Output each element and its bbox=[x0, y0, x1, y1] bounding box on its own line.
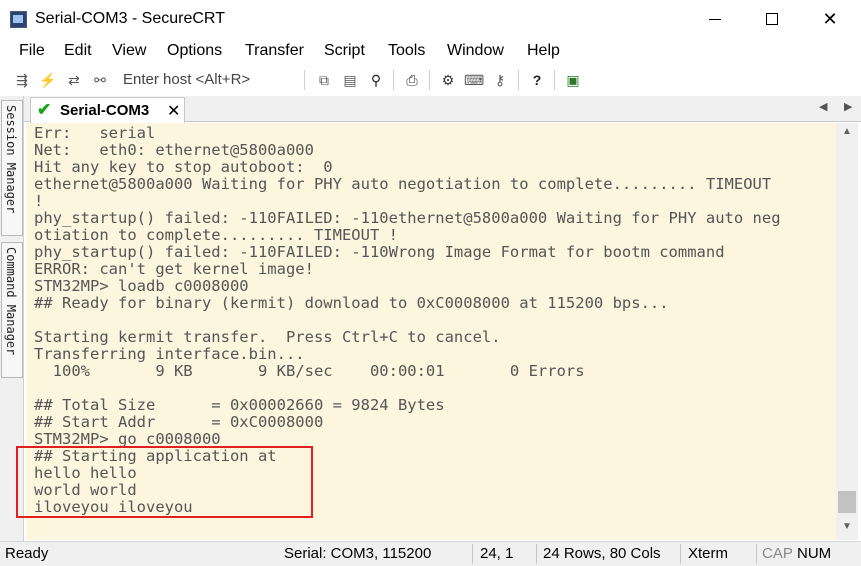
menu-transfer[interactable]: Transfer bbox=[245, 42, 304, 60]
command-manager-tab[interactable]: Command Manager bbox=[1, 242, 23, 378]
status-divider bbox=[536, 544, 537, 564]
print-icon[interactable]: ⎙ bbox=[402, 70, 422, 90]
close-icon: ✕ bbox=[822, 8, 838, 29]
terminal-line: Transferring interface.bin... bbox=[34, 345, 305, 363]
menu-help[interactable]: Help bbox=[527, 42, 560, 60]
close-tab-icon[interactable]: ✕ bbox=[167, 101, 180, 121]
menu-script[interactable]: Script bbox=[324, 42, 365, 60]
terminal-line: ## Total Size = 0x00002660 = 9824 Bytes bbox=[34, 396, 445, 414]
minimize-button[interactable] bbox=[686, 0, 744, 38]
securecrt-app-icon bbox=[10, 11, 27, 28]
terminal-line: Hit any key to stop autoboot: 0 bbox=[34, 158, 333, 176]
toolbar-separator bbox=[429, 70, 430, 90]
status-connection: Serial: COM3, 115200 bbox=[284, 545, 432, 562]
maximize-icon bbox=[766, 13, 778, 25]
toolbar-separator bbox=[393, 70, 394, 90]
help-icon[interactable]: ? bbox=[527, 70, 547, 90]
session-manager-label: Session Manager bbox=[4, 105, 18, 214]
connected-check-icon: ✔ bbox=[37, 100, 52, 119]
terminal-line: ethernet@5800a000 Waiting for PHY auto n… bbox=[34, 175, 772, 193]
terminal-line: Err: serial bbox=[34, 124, 156, 142]
menu-file[interactable]: File bbox=[19, 42, 45, 60]
session-tab-serial-com3[interactable]: ✔ Serial-COM3 ✕ bbox=[30, 97, 185, 123]
terminal-line: ## Start Addr = 0xC0008000 bbox=[34, 413, 324, 431]
tab-scroll-right-icon[interactable]: ▶ bbox=[844, 100, 852, 113]
quick-connect-icon[interactable]: ⚡ bbox=[38, 70, 58, 90]
terminal-line: ERROR: can't get kernel image! bbox=[34, 260, 314, 278]
scroll-thumb[interactable] bbox=[838, 491, 856, 513]
find-icon[interactable]: ⚲ bbox=[366, 70, 386, 90]
status-bar: Ready Serial: COM3, 115200 24, 1 24 Rows… bbox=[0, 541, 861, 566]
menu-window[interactable]: Window bbox=[447, 42, 504, 60]
terminal-line: Starting kermit transfer. Press Ctrl+C t… bbox=[34, 328, 501, 346]
status-divider bbox=[680, 544, 681, 564]
terminal-line: phy_startup() failed: -110FAILED: -110et… bbox=[34, 209, 781, 227]
status-num-lock: NUM bbox=[797, 545, 832, 562]
toolbar-separator bbox=[518, 70, 519, 90]
minimize-icon bbox=[709, 18, 721, 20]
tab-scroll-left-icon[interactable]: ◀ bbox=[819, 100, 827, 113]
scroll-up-icon[interactable]: ▲ bbox=[836, 123, 858, 141]
title-bar: Serial-COM3 - SecureCRT ✕ bbox=[0, 0, 861, 38]
terminal-scrollbar[interactable]: ▲ ▼ bbox=[836, 123, 858, 540]
terminal-line: otiation to complete......... TIMEOUT ! bbox=[34, 226, 398, 244]
disconnect-icon[interactable]: ⚯ bbox=[90, 70, 110, 90]
terminal-line: STM32MP> loadb c0008000 bbox=[34, 277, 249, 295]
maximize-button[interactable] bbox=[743, 0, 801, 38]
sftp-icon[interactable]: ⚷ bbox=[490, 70, 510, 90]
terminal-line: ## Ready for binary (kermit) download to… bbox=[34, 294, 669, 312]
window-title: Serial-COM3 - SecureCRT bbox=[35, 10, 225, 27]
session-manager-tab[interactable]: Session Manager bbox=[1, 100, 23, 236]
status-cursor-position: 24, 1 bbox=[480, 545, 514, 562]
command-manager-label: Command Manager bbox=[4, 247, 18, 356]
status-terminal-size: 24 Rows, 80 Cols bbox=[543, 545, 661, 562]
session-tab-label: Serial-COM3 bbox=[60, 102, 150, 119]
status-caps-lock: CAP bbox=[762, 545, 793, 562]
status-terminal-type: Xterm bbox=[688, 545, 729, 562]
toolbar-separator bbox=[554, 70, 555, 90]
terminal-line: ! bbox=[34, 192, 44, 210]
menu-options[interactable]: Options bbox=[167, 42, 222, 60]
menu-tools[interactable]: Tools bbox=[388, 42, 425, 60]
status-divider bbox=[472, 544, 473, 564]
terminal-line: Net: eth0: ethernet@5800a000 bbox=[34, 141, 314, 159]
enter-host-input[interactable]: Enter host <Alt+R> bbox=[115, 68, 295, 92]
status-divider bbox=[756, 544, 757, 564]
copy-icon[interactable]: ⧉ bbox=[314, 70, 334, 90]
settings-icon[interactable]: ⚙ bbox=[438, 70, 458, 90]
highlight-annotation-box bbox=[16, 446, 313, 518]
menu-edit[interactable]: Edit bbox=[64, 42, 92, 60]
menu-bar: File Edit View Options Transfer Script T… bbox=[0, 38, 861, 66]
sessions-icon[interactable]: ▣ bbox=[563, 70, 583, 90]
connect-icon[interactable]: ⇶ bbox=[12, 70, 32, 90]
reconnect-icon[interactable]: ⇄ bbox=[64, 70, 84, 90]
session-tab-strip: ✔ Serial-COM3 ✕ ◀ ▶ bbox=[24, 96, 861, 123]
terminal-line: 100% 9 KB 9 KB/sec 00:00:01 0 Errors bbox=[34, 362, 585, 380]
status-ready: Ready bbox=[5, 545, 49, 562]
toolbar-separator bbox=[304, 70, 305, 90]
menu-view[interactable]: View bbox=[112, 42, 146, 60]
terminal-line: phy_startup() failed: -110FAILED: -110Wr… bbox=[34, 243, 725, 261]
close-window-button[interactable]: ✕ bbox=[801, 0, 859, 38]
keymap-icon[interactable]: ⌨ bbox=[464, 70, 484, 90]
paste-icon[interactable]: ▤ bbox=[340, 70, 360, 90]
toolbar: ⇶ ⚡ ⇄ ⚯ Enter host <Alt+R> ⧉ ▤ ⚲ ⎙ ⚙ ⌨ ⚷… bbox=[0, 66, 861, 94]
scroll-down-icon[interactable]: ▼ bbox=[836, 518, 858, 536]
